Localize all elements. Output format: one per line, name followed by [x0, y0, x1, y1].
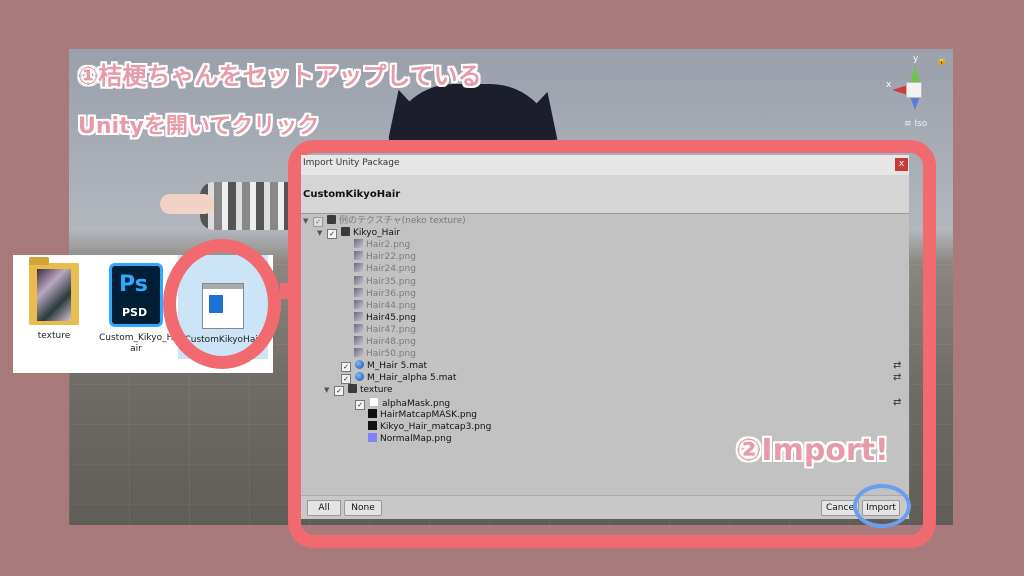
file-item-label: Custom_Kikyo_H air	[99, 333, 174, 354]
tree-row-label: Hair45.png	[366, 312, 416, 323]
tree-row-label: Hair48.png	[366, 337, 416, 347]
tree-row-label: Hair35.png	[366, 276, 416, 287]
tree-row-label: Hair50.png	[366, 349, 416, 360]
material-icon	[355, 372, 364, 382]
tree-row[interactable]: Hair36.png	[331, 287, 416, 300]
tree-row[interactable]: Kikyo_Hair_matcap3.png	[345, 420, 492, 433]
step2-instruction: ②Import!	[736, 433, 889, 468]
view-mode-iso[interactable]: ≡ Iso	[904, 119, 927, 129]
image-file-icon	[354, 299, 363, 309]
folder-icon	[29, 257, 79, 325]
all-button[interactable]: All	[307, 500, 341, 516]
tree-row-label: 例のテクスチャ(neko texture)	[339, 216, 466, 226]
image-file-icon	[354, 263, 363, 273]
scene-orientation-gizmo[interactable]: x y	[884, 54, 944, 128]
reimport-icon: ⇄	[893, 372, 902, 384]
tree-row-label: Hair22.png	[366, 252, 416, 263]
image-file-icon	[368, 420, 377, 430]
tree-row[interactable]: NormalMap.png	[345, 432, 452, 445]
tree-row[interactable]: ✓ M_Hair 5.mat	[331, 360, 428, 373]
image-file-icon	[354, 323, 363, 333]
package-name: CustomKikyoHair	[303, 189, 401, 200]
tree-row[interactable]: Hair50.png	[331, 348, 416, 360]
tree-row-label: Hair36.png	[366, 288, 416, 299]
gizmo-cube-icon[interactable]	[906, 82, 922, 98]
tree-row[interactable]: Hair48.png	[331, 336, 416, 348]
gizmo-x-label: x	[886, 80, 892, 90]
image-file-icon	[354, 311, 363, 321]
expand-arrow-icon[interactable]: ▼	[324, 384, 334, 396]
tree-row-label: M_Hair 5.mat	[367, 361, 428, 372]
tree-row[interactable]: Hair24.png	[331, 263, 416, 275]
image-file-icon	[368, 408, 377, 418]
step1-instruction-line2: Unityを開いてクリック	[78, 114, 320, 139]
gizmo-z-axis-icon[interactable]	[910, 96, 920, 110]
file-item-texture[interactable]: texture	[17, 257, 91, 342]
reimport-icon: ⇄	[893, 396, 902, 408]
tree-row-label: Hair47.png	[366, 324, 416, 335]
gizmo-y-label: y	[913, 54, 919, 64]
folder-icon	[348, 384, 357, 394]
image-file-icon	[354, 239, 363, 249]
tree-row[interactable]: Hair45.png	[331, 311, 416, 324]
dialog-header: CustomKikyoHair	[301, 175, 909, 214]
image-file-icon	[354, 287, 363, 297]
photoshop-psd-icon: Ps PSD	[109, 263, 163, 327]
tree-checkbox[interactable]: ✓	[313, 217, 323, 227]
tree-checkbox[interactable]: ✓	[334, 386, 344, 397]
lock-icon[interactable]: 🔒	[936, 56, 947, 66]
tree-row-label: NormalMap.png	[380, 433, 452, 444]
tree-row-label: Hair2.png	[366, 240, 411, 251]
expand-arrow-icon[interactable]: ▼	[303, 215, 313, 227]
avatar-hand	[160, 194, 214, 214]
tree-row-label: HairMatcapMASK.png	[380, 409, 477, 420]
tree-row[interactable]: ▼ ✓ 例のテクスチャ(neko texture)	[303, 215, 466, 227]
tree-checkbox[interactable]: ✓	[327, 229, 337, 240]
expand-arrow-icon[interactable]: ▼	[317, 227, 327, 239]
tree-row[interactable]: ✓ alphaMask.png	[345, 396, 451, 410]
highlight-circle-package	[163, 239, 281, 369]
step1-instruction-line1: ①桔梗ちゃんをセットアップしている	[78, 62, 482, 90]
tree-checkbox[interactable]: ✓	[341, 362, 351, 373]
tree-row-label: Kikyo_Hair	[353, 228, 401, 239]
file-item-label: texture	[37, 331, 71, 341]
tree-row-label: texture	[360, 385, 393, 396]
image-file-icon	[354, 251, 363, 261]
tree-row-label: Hair44.png	[366, 300, 416, 311]
file-item-psd[interactable]: Ps PSD Custom_Kikyo_H air	[99, 263, 173, 355]
tree-row[interactable]: Hair35.png	[331, 275, 416, 288]
folder-icon	[341, 227, 350, 237]
tree-row[interactable]: Hair22.png	[331, 251, 416, 263]
material-icon	[355, 360, 364, 370]
tree-row[interactable]: Hair44.png	[331, 299, 416, 312]
highlight-circle-import	[853, 484, 911, 528]
tree-row[interactable]: HairMatcapMASK.png	[345, 408, 477, 421]
tree-checkbox[interactable]: ✓	[341, 374, 351, 385]
tree-row[interactable]: Hair47.png	[331, 323, 416, 336]
reimport-icon: ⇄	[893, 360, 902, 372]
image-file-icon	[369, 396, 379, 407]
tree-row[interactable]: ✓ M_Hair_alpha 5.mat	[331, 372, 457, 385]
tree-row[interactable]: ▼ ✓ texture	[324, 384, 393, 397]
image-file-icon	[354, 348, 363, 358]
tree-row[interactable]: ▼ ✓ Kikyo_Hair	[317, 227, 401, 240]
gizmo-y-axis-icon[interactable]	[910, 66, 920, 82]
tree-row-label: Hair24.png	[366, 264, 416, 275]
folder-icon	[327, 215, 336, 224]
tree-row-label: M_Hair_alpha 5.mat	[367, 373, 457, 384]
none-button[interactable]: None	[344, 500, 382, 516]
image-file-icon	[354, 275, 363, 285]
tree-row[interactable]: Hair2.png	[331, 239, 410, 251]
image-file-icon	[368, 432, 377, 442]
tree-row-label: alphaMask.png	[382, 398, 451, 409]
image-file-icon	[354, 336, 363, 345]
dialog-footer: All None Cance Import	[301, 495, 909, 519]
close-button[interactable]: x	[895, 158, 908, 171]
dialog-titlebar: Import Unity Package x	[301, 155, 909, 175]
dialog-title: Import Unity Package	[303, 158, 400, 168]
tree-row-label: Kikyo_Hair_matcap3.png	[380, 421, 492, 432]
